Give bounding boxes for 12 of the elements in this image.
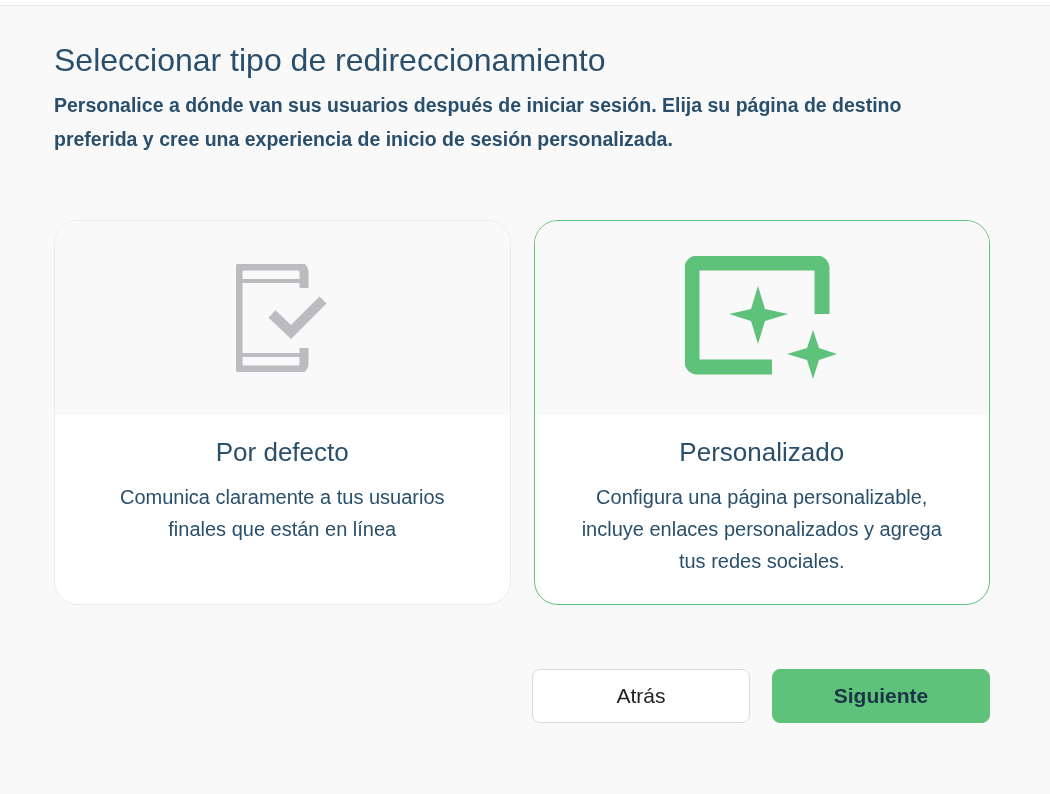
- option-card[interactable]: Personalizado Configura una página personalizable, incluye enlaces personalizados y agrega tus redes sociales.: [533, 220, 990, 605]
- back-button[interactable]: Atrás: [532, 669, 750, 723]
- option-description: Comunica claramente a tus usuarios finales que están en línea: [118, 485, 446, 542]
- option-title: Personalizado: [679, 436, 845, 469]
- option-description: Configura una página personalizable, incluye enlaces personalizados y agrega tus redes sociales.: [580, 485, 943, 574]
- phone-check-icon: [236, 264, 329, 372]
- option-card[interactable]: Por defecto Comunica claramente a tus usuarios finales que están en línea: [54, 220, 511, 605]
- page-subtitle: Personalice a dónde van sus usuarios después de iniciar sesión. Elija su página de destino preferida y cree una experiencia de inicio de sesión personalizada.: [54, 93, 903, 152]
- next-button[interactable]: Siguiente: [772, 669, 990, 723]
- screen-sparkle-icon: [684, 256, 839, 380]
- option-title: Por defecto: [215, 436, 349, 469]
- page-title: Seleccionar tipo de redireccionamiento: [54, 42, 607, 78]
